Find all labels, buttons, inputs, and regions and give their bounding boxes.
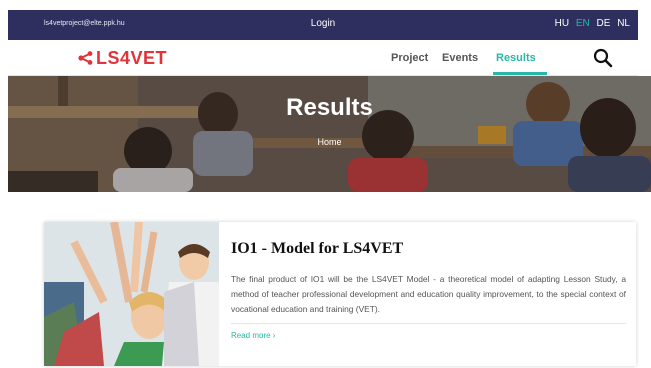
card-title[interactable]: IO1 - Model for LS4VET (231, 240, 626, 258)
share-icon (78, 51, 93, 65)
card-body: IO1 - Model for LS4VET The final product… (231, 240, 626, 340)
lang-en[interactable]: EN (576, 18, 590, 29)
result-card: IO1 - Model for LS4VET The final product… (44, 222, 636, 366)
card-divider (231, 323, 626, 324)
site-logo[interactable]: LS4VET (78, 48, 167, 68)
lang-hu[interactable]: HU (555, 18, 569, 29)
breadcrumb-home[interactable]: Home (8, 137, 651, 147)
nav-project[interactable]: Project (391, 52, 428, 64)
login-link[interactable]: Login (8, 18, 638, 29)
nav-results[interactable]: Results (496, 52, 536, 64)
logo-text: LS4VET (96, 47, 168, 68)
card-description: The final product of IO1 will be the LS4… (231, 274, 626, 314)
page-title: Results (286, 94, 373, 121)
language-switcher: HU EN DE NL (551, 18, 630, 29)
group-photo-image (44, 222, 219, 366)
card-photo (44, 222, 219, 366)
main-navbar: LS4VET Project Events Results (8, 40, 638, 76)
search-icon[interactable] (593, 48, 613, 68)
active-nav-indicator (493, 72, 547, 75)
nav-events[interactable]: Events (442, 52, 478, 64)
hero-banner: Results Home (8, 76, 651, 192)
lang-nl[interactable]: NL (617, 18, 630, 29)
lang-de[interactable]: DE (597, 18, 611, 29)
top-bar: ls4vetproject@elte.ppk.hu Login HU EN DE… (8, 10, 638, 40)
read-more-link[interactable]: Read more › (231, 331, 626, 340)
